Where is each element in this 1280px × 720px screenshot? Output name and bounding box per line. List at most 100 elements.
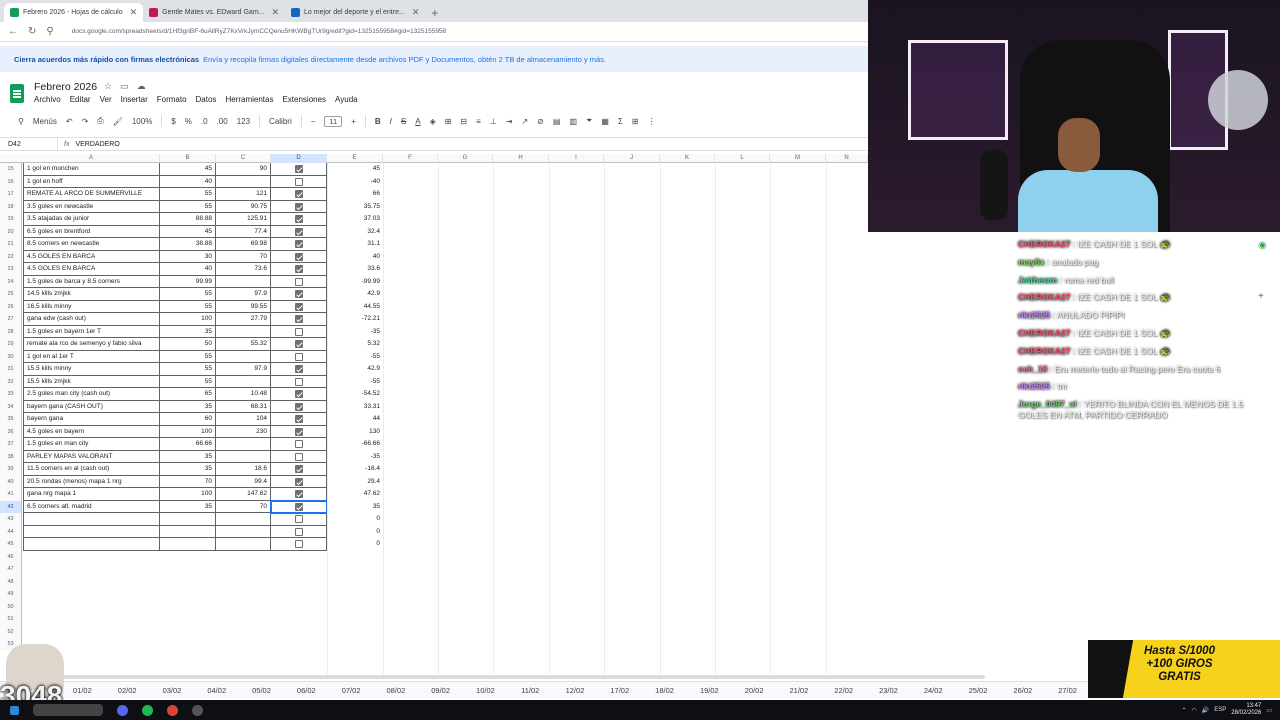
cell-checkbox[interactable]: [271, 238, 327, 251]
checkbox-icon[interactable]: [295, 265, 303, 273]
checkbox-icon[interactable]: [295, 277, 303, 286]
cell-return[interactable]: 97.9: [216, 288, 271, 301]
cell-checkbox[interactable]: [271, 488, 327, 501]
cell-description[interactable]: 8.5 corners en newcastle: [23, 238, 160, 251]
browser-tab-sports[interactable]: Lo mejor del deporte y el entre... ✕: [285, 3, 425, 22]
cell-checkbox[interactable]: [271, 338, 327, 351]
add-icon[interactable]: +: [1258, 291, 1267, 302]
wifi-icon[interactable]: ◠: [1192, 707, 1197, 714]
cell-description[interactable]: 15.5 kills zmjkk: [23, 375, 160, 388]
cell-profit[interactable]: [327, 613, 383, 626]
cell-profit[interactable]: 5.32: [327, 338, 383, 351]
checkbox-icon[interactable]: [295, 415, 303, 423]
cloud-status-icon[interactable]: ☁: [137, 81, 146, 92]
menu-archivo[interactable]: Archivo: [34, 95, 61, 104]
cell-checkbox[interactable]: [271, 275, 327, 288]
cell-stake[interactable]: 100: [160, 313, 216, 326]
checkbox-icon[interactable]: [295, 327, 303, 336]
site-info-icon[interactable]: ⚲: [46, 26, 53, 37]
cell-description[interactable]: 1 gol en monchen: [23, 163, 160, 176]
cell-profit[interactable]: [327, 576, 383, 589]
close-tab-icon[interactable]: ✕: [130, 7, 138, 18]
cell-profit[interactable]: 40: [327, 251, 383, 264]
menu-ayuda[interactable]: Ayuda: [335, 95, 358, 104]
cell-checkbox[interactable]: [271, 200, 327, 213]
cell-checkbox[interactable]: [271, 563, 327, 576]
cell-description[interactable]: bayern gana (CASH OUT): [23, 400, 160, 413]
row-number[interactable]: 38: [0, 450, 22, 463]
filter-views-icon[interactable]: ▦: [601, 117, 609, 126]
row-number[interactable]: 36: [0, 425, 22, 438]
cell-description[interactable]: 16.5 kills minny: [23, 300, 160, 313]
row-number[interactable]: 24: [0, 275, 22, 288]
cell-return[interactable]: 70: [216, 500, 271, 513]
cell-description[interactable]: 3.5 goles en newcastle: [23, 200, 160, 213]
checkbox-icon[interactable]: [295, 177, 303, 186]
cell-checkbox[interactable]: [271, 175, 327, 188]
browser-tab-match[interactable]: Gentle Mates vs. EDward Gam... ✕: [143, 3, 285, 22]
cell-checkbox[interactable]: [271, 288, 327, 301]
cell-profit[interactable]: [327, 563, 383, 576]
menu-ver[interactable]: Ver: [100, 95, 112, 104]
menu-datos[interactable]: Datos: [196, 95, 217, 104]
cell-profit[interactable]: -54.52: [327, 388, 383, 401]
column-header-f[interactable]: F: [383, 154, 438, 163]
cell-return[interactable]: 18.6: [216, 463, 271, 476]
checkbox-icon[interactable]: [295, 352, 303, 361]
cell-profit[interactable]: [327, 551, 383, 564]
cell-description[interactable]: 15.5 kills minny: [23, 363, 160, 376]
cell-stake[interactable]: 30: [160, 250, 216, 263]
checkbox-icon[interactable]: [295, 202, 303, 211]
print-icon[interactable]: ⎙: [97, 116, 103, 126]
new-tab-icon[interactable]: +: [425, 6, 444, 22]
cell-description[interactable]: remate ala rco de semenyo y fabio silva: [23, 338, 160, 351]
column-header-l[interactable]: L: [715, 154, 770, 163]
cell-description[interactable]: gana nrg mapa 1: [23, 488, 160, 501]
cell-stake[interactable]: 88.88: [160, 213, 216, 226]
chat-username[interactable]: may8x: [1018, 257, 1044, 267]
cell-profit[interactable]: 44: [327, 413, 383, 426]
reload-icon[interactable]: ↻: [28, 26, 36, 37]
cell-checkbox[interactable]: [271, 588, 327, 601]
cell-profit[interactable]: 33.6: [327, 263, 383, 276]
cell-description[interactable]: [23, 601, 160, 614]
cell-return[interactable]: 104: [216, 413, 271, 426]
menu-herramientas[interactable]: Herramientas: [225, 95, 273, 104]
sheet-tab[interactable]: 17/02: [597, 686, 642, 695]
cell-return[interactable]: 73.6: [216, 263, 271, 276]
clock[interactable]: 13:47 28/02/2026: [1231, 703, 1261, 717]
search-menus-label[interactable]: Menús: [33, 117, 57, 126]
row-number[interactable]: 32: [0, 375, 22, 388]
sheet-tab[interactable]: 02/02: [105, 686, 150, 695]
move-folder-icon[interactable]: ▭: [120, 81, 129, 92]
sheet-tab[interactable]: 08/02: [373, 686, 418, 695]
column-header-n[interactable]: N: [826, 154, 868, 163]
cell-description[interactable]: 1 gol en hoff: [23, 175, 160, 188]
cell-checkbox[interactable]: [271, 213, 327, 226]
checkbox-icon[interactable]: [295, 440, 303, 448]
checkbox-icon[interactable]: [295, 190, 303, 198]
vertical-align-icon[interactable]: ⊥: [490, 117, 497, 126]
redo-icon[interactable]: ↷: [82, 117, 89, 126]
checkbox-icon[interactable]: [295, 390, 303, 398]
cell-checkbox[interactable]: [271, 413, 327, 426]
row-number[interactable]: 37: [0, 438, 22, 451]
cell-checkbox[interactable]: [271, 438, 327, 451]
cell-profit[interactable]: 130: [327, 426, 383, 439]
cell-description[interactable]: 20.5 rondas (menos) mapa 1 nrg: [23, 475, 160, 488]
cell-profit[interactable]: 44.55: [327, 301, 383, 314]
font-select[interactable]: Calibri: [269, 117, 292, 126]
cell-profit[interactable]: -16.4: [327, 463, 383, 476]
cell-profit[interactable]: -35: [327, 451, 383, 464]
cell-checkbox[interactable]: [271, 576, 327, 589]
cell-return[interactable]: [216, 576, 271, 589]
text-wrap-icon[interactable]: ⇥: [506, 117, 513, 126]
table-icon[interactable]: ⊞: [632, 117, 639, 126]
cell-profit[interactable]: 37.03: [327, 213, 383, 226]
row-number[interactable]: 30: [0, 350, 22, 363]
menu-editar[interactable]: Editar: [70, 95, 91, 104]
column-header-b[interactable]: B: [160, 154, 216, 163]
cell-profit[interactable]: 29.4: [327, 476, 383, 489]
chat-username[interactable]: rikt2525: [1018, 381, 1050, 391]
checkbox-icon[interactable]: [295, 515, 303, 523]
